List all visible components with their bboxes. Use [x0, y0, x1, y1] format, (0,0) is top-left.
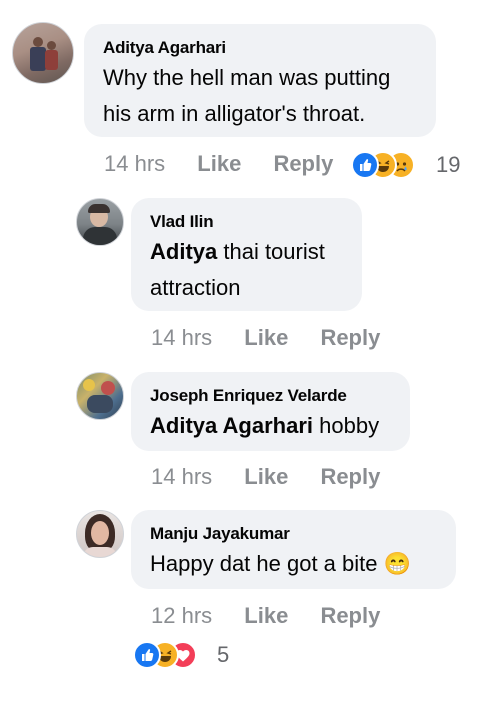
like-icon: [351, 151, 379, 179]
reply-button[interactable]: Reply: [320, 325, 380, 350]
comment-author[interactable]: Manju Jayakumar: [150, 524, 290, 544]
like-button[interactable]: Like: [244, 603, 288, 628]
comment-author[interactable]: Aditya Agarhari: [103, 38, 226, 58]
reply-button[interactable]: Reply: [320, 464, 380, 489]
comment-text: Why the hell man was putting his arm in …: [103, 65, 391, 126]
comment-text: Aditya thai tourist attraction: [150, 239, 325, 300]
like-icon: [133, 641, 161, 669]
comment-author[interactable]: Vlad Ilin: [150, 212, 214, 232]
reaction-count: 5: [217, 642, 230, 667]
comment-meta: 14 hrs Like Reply: [151, 464, 380, 490]
like-button[interactable]: Like: [197, 151, 241, 176]
mention-link[interactable]: Aditya Agarhari: [150, 413, 313, 438]
comment-bubble: Aditya Agarhari Why the hell man was put…: [84, 24, 436, 137]
reaction-count: 19: [436, 152, 461, 177]
avatar[interactable]: [76, 372, 124, 420]
like-button[interactable]: Like: [244, 464, 288, 489]
comment-meta: 14 hrs Like Reply: [151, 325, 380, 351]
reaction-summary[interactable]: 19: [351, 150, 471, 180]
comment-bubble: Manju Jayakumar Happy dat he got a bite …: [131, 510, 456, 589]
comment-bubble: Joseph Enriquez Velarde Aditya Agarhari …: [131, 372, 410, 451]
mention-link[interactable]: Aditya: [150, 239, 217, 264]
comment-meta: 12 hrs Like Reply: [151, 603, 380, 629]
comment-meta: 14 hrs Like Reply: [104, 151, 333, 177]
timestamp[interactable]: 12 hrs: [151, 603, 212, 628]
avatar[interactable]: [76, 510, 124, 558]
avatar[interactable]: [12, 22, 74, 84]
comment-text: Happy dat he got a bite 😁: [150, 551, 412, 576]
comment-text: Aditya Agarhari hobby: [150, 413, 380, 438]
comment-author[interactable]: Joseph Enriquez Velarde: [150, 386, 347, 406]
comment-bubble: Vlad Ilin Aditya thai tourist attraction: [131, 198, 362, 311]
avatar[interactable]: [76, 198, 124, 246]
timestamp[interactable]: 14 hrs: [151, 464, 212, 489]
timestamp[interactable]: 14 hrs: [151, 325, 212, 350]
reply-button[interactable]: Reply: [273, 151, 333, 176]
grinning-emoji: 😁: [383, 551, 412, 576]
timestamp[interactable]: 14 hrs: [104, 151, 165, 176]
like-button[interactable]: Like: [244, 325, 288, 350]
reply-button[interactable]: Reply: [320, 603, 380, 628]
reaction-summary[interactable]: 5: [133, 640, 243, 670]
